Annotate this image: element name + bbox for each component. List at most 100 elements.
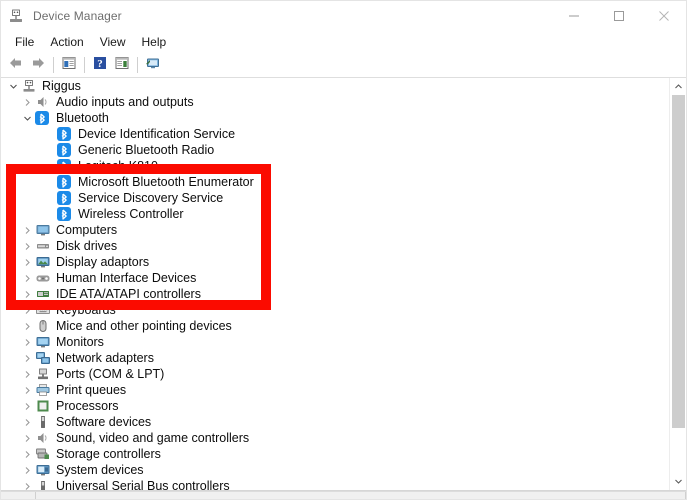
tree-item-label: Software devices	[56, 415, 152, 429]
chevron-right-icon[interactable]	[19, 302, 35, 318]
forward-button[interactable]	[27, 54, 49, 76]
vertical-scrollbar[interactable]	[669, 78, 686, 490]
chevron-right-icon[interactable]	[19, 398, 35, 414]
chevron-right-icon[interactable]	[19, 382, 35, 398]
scrollbar-thumb[interactable]	[672, 95, 685, 428]
minimize-button[interactable]	[551, 1, 596, 31]
tree-item-audio-inputs-and-outputs[interactable]: Audio inputs and outputs	[1, 94, 659, 110]
tree-item-display-adaptors[interactable]: Display adaptors	[1, 254, 659, 270]
scan-for-hardware-changes-button[interactable]	[142, 54, 164, 76]
speaker-icon	[35, 94, 51, 110]
chevron-down-icon[interactable]	[19, 110, 35, 126]
tree-item-label: Audio inputs and outputs	[56, 95, 194, 109]
device-tree[interactable]: Riggus Audio inputs and outputs Bluetoot…	[1, 78, 659, 490]
disk-drive-icon	[35, 238, 51, 254]
chevron-right-icon[interactable]	[19, 222, 35, 238]
tree-item-human-interface-devices[interactable]: Human Interface Devices	[1, 270, 659, 286]
tree-item-system-devices[interactable]: System devices	[1, 462, 659, 478]
chevron-right-icon[interactable]	[19, 334, 35, 350]
tree-item-label: IDE ATA/ATAPI controllers	[56, 287, 201, 301]
tree-item-universal-serial-bus-controllers[interactable]: Universal Serial Bus controllers	[1, 478, 659, 490]
chevron-right-icon[interactable]	[19, 270, 35, 286]
chevron-right-icon[interactable]	[19, 238, 35, 254]
chevron-right-icon[interactable]	[19, 350, 35, 366]
tree-item-label: Universal Serial Bus controllers	[56, 479, 230, 490]
help-button[interactable]: ?	[89, 54, 111, 76]
chevron-down-icon[interactable]	[5, 78, 21, 94]
device-manager-window: Device Manager File Action View Help ? R…	[0, 0, 687, 500]
scroll-up-arrow[interactable]	[670, 78, 686, 95]
chevron-right-icon[interactable]	[19, 254, 35, 270]
chevron-right-icon[interactable]	[19, 414, 35, 430]
tree-item-logitech-k810[interactable]: Logitech K810	[1, 158, 659, 174]
tree-item-sound-video-and-game-controllers[interactable]: Sound, video and game controllers	[1, 430, 659, 446]
chevron-right-icon[interactable]	[19, 286, 35, 302]
tree-item-ports-com-and-lpt[interactable]: Ports (COM & LPT)	[1, 366, 659, 382]
status-divider-2	[685, 491, 686, 499]
chevron-right-icon[interactable]	[19, 318, 35, 334]
menu-item-view[interactable]: View	[92, 34, 134, 50]
tree-item-computers[interactable]: Computers	[1, 222, 659, 238]
mouse-icon	[35, 318, 51, 334]
chevron-right-icon[interactable]	[19, 478, 35, 490]
show-hide-console-tree-button[interactable]	[58, 54, 80, 76]
computer-icon	[21, 78, 37, 94]
printer-icon	[35, 382, 51, 398]
tree-item-monitors[interactable]: Monitors	[1, 334, 659, 350]
tree-item-keyboards[interactable]: Keyboards	[1, 302, 659, 318]
tree-item-print-queues[interactable]: Print queues	[1, 382, 659, 398]
tree-item-generic-bluetooth-radio[interactable]: Generic Bluetooth Radio	[1, 142, 659, 158]
bluetooth-icon	[57, 174, 73, 190]
hid-icon	[35, 270, 51, 286]
tree-item-wireless-controller[interactable]: Wireless Controller	[1, 206, 659, 222]
menu-item-action[interactable]: Action	[42, 34, 91, 50]
svg-text:?: ?	[97, 58, 103, 70]
tree-item-mice-and-other-pointing-devices[interactable]: Mice and other pointing devices	[1, 318, 659, 334]
back-button[interactable]	[5, 54, 27, 76]
tree-item-label: Display adaptors	[56, 255, 150, 269]
ide-controller-icon	[35, 286, 51, 302]
chevron-right-icon[interactable]	[19, 446, 35, 462]
tree-item-processors[interactable]: Processors	[1, 398, 659, 414]
tree-item-bluetooth[interactable]: Bluetooth	[1, 110, 659, 126]
tree-item-microsoft-bluetooth-enumerator[interactable]: Microsoft Bluetooth Enumerator	[1, 174, 659, 190]
toolbar-separator-3	[137, 57, 138, 73]
monitor-icon	[35, 222, 51, 238]
tree-item-software-devices[interactable]: Software devices	[1, 414, 659, 430]
maximize-button[interactable]	[596, 1, 641, 31]
tree-item-device-identification-service[interactable]: Device Identification Service	[1, 126, 659, 142]
tree-item-disk-drives[interactable]: Disk drives	[1, 238, 659, 254]
menu-item-help[interactable]: Help	[134, 34, 175, 50]
close-button[interactable]	[641, 1, 686, 31]
tree-item-label: Device Identification Service	[78, 127, 236, 141]
tree-item-network-adapters[interactable]: Network adapters	[1, 350, 659, 366]
window-title: Device Manager	[33, 9, 122, 23]
chevron-right-icon[interactable]	[19, 462, 35, 478]
menu-item-file[interactable]: File	[7, 34, 42, 50]
tree-item-root[interactable]: Riggus	[1, 78, 659, 94]
bluetooth-icon	[57, 190, 73, 206]
tree-item-service-discovery-service[interactable]: Service Discovery Service	[1, 190, 659, 206]
tree-item-label: Processors	[56, 399, 119, 413]
scrollbar-track[interactable]	[670, 95, 686, 473]
menu-bar: File Action View Help	[1, 31, 686, 53]
tree-item-label: Disk drives	[56, 239, 118, 253]
tree-item-label: Bluetooth	[56, 111, 109, 125]
usb-icon	[35, 478, 51, 490]
network-adapter-icon	[35, 350, 51, 366]
bluetooth-icon	[57, 126, 73, 142]
tree-item-label: Riggus	[42, 79, 81, 93]
chevron-right-icon[interactable]	[19, 366, 35, 382]
toolbar-separator-1	[53, 57, 54, 73]
bluetooth-icon	[57, 158, 73, 174]
window-controls	[551, 1, 686, 31]
chevron-right-icon[interactable]	[19, 430, 35, 446]
chevron-right-icon[interactable]	[19, 94, 35, 110]
bluetooth-icon	[57, 206, 73, 222]
scroll-down-arrow[interactable]	[670, 473, 686, 490]
tree-item-label: Ports (COM & LPT)	[56, 367, 165, 381]
tree-item-ide-ata-atapi-controllers[interactable]: IDE ATA/ATAPI controllers	[1, 286, 659, 302]
properties-button[interactable]	[111, 54, 133, 76]
tree-item-storage-controllers[interactable]: Storage controllers	[1, 446, 659, 462]
tree-item-label: Logitech K810	[78, 159, 158, 173]
